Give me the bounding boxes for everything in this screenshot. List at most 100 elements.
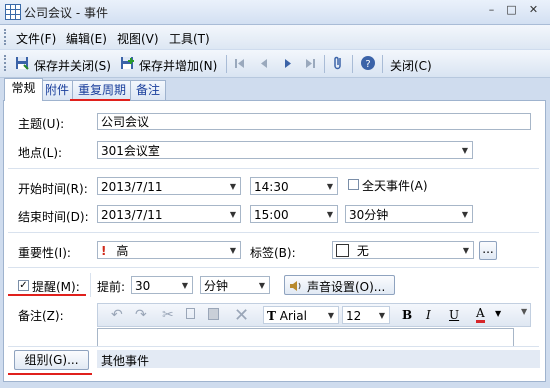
save-new-icon <box>121 57 134 69</box>
divider <box>90 273 91 297</box>
delete-icon[interactable]: ✕ <box>234 305 249 326</box>
allday-checkbox[interactable] <box>348 179 359 190</box>
font-size-value: 12 <box>346 309 362 323</box>
tab-general[interactable]: 常规 <box>4 78 43 101</box>
sound-settings-label: 声音设置(O)... <box>307 280 386 294</box>
end-time-combo[interactable]: 15:00 ▼ <box>250 205 338 223</box>
toolbar-separator <box>226 55 227 73</box>
close-window-button[interactable]: ✕ <box>526 3 541 18</box>
menu-bar: 文件(F) 编辑(E) 视图(V) 工具(T) <box>0 25 550 49</box>
divider <box>8 267 539 268</box>
chevron-down-icon: ▼ <box>461 210 468 219</box>
bold-icon[interactable]: B <box>402 308 412 322</box>
advance-combo[interactable]: 30 ▼ <box>131 276 193 294</box>
menu-grip-icon <box>4 29 9 45</box>
start-time-combo[interactable]: 14:30 ▼ <box>250 177 338 195</box>
tab-recurrence[interactable]: 重复周期 <box>72 80 132 100</box>
reminder-checkbox[interactable]: ✓ <box>18 280 29 291</box>
first-record-icon[interactable] <box>232 55 248 71</box>
subject-input[interactable]: 公司会议 <box>97 113 531 130</box>
redo-icon[interactable]: ↷ <box>135 307 147 323</box>
chevron-down-icon: ▼ <box>258 281 265 290</box>
save-icon <box>16 57 29 70</box>
truetype-icon: T <box>267 309 276 323</box>
location-label: 地点(L): <box>18 146 63 160</box>
tag-value: 无 <box>356 244 369 258</box>
chevron-down-icon: ▼ <box>229 210 236 219</box>
minimize-button[interactable]: – <box>484 3 499 18</box>
paste-icon[interactable] <box>208 308 219 320</box>
italic-icon[interactable]: I <box>426 308 431 322</box>
reminder-highlight-underline <box>8 294 86 296</box>
start-date-combo[interactable]: 2013/7/11 ▼ <box>97 177 241 195</box>
font-name-value: Arial <box>279 309 307 323</box>
tab-notes[interactable]: 备注 <box>130 80 166 100</box>
advance-unit-value: 分钟 <box>204 279 229 293</box>
chevron-down-icon: ▼ <box>462 246 469 255</box>
window-title: 公司会议 - 事件 <box>24 6 108 20</box>
last-record-icon[interactable] <box>302 55 318 71</box>
cut-icon[interactable]: ✂ <box>162 307 174 323</box>
menu-tools[interactable]: 工具(T) <box>169 30 210 47</box>
end-date-combo[interactable]: 2013/7/11 ▼ <box>97 205 241 223</box>
toolbar-overflow-icon[interactable]: ▼ <box>521 307 527 316</box>
menu-view[interactable]: 视图(V) <box>117 30 159 47</box>
undo-icon[interactable]: ↶ <box>111 307 123 323</box>
chevron-down-icon: ▼ <box>378 311 385 320</box>
rich-text-toolbar: ↶ ↷ ✂ ✕ T Arial ▼ 12 ▼ B I U A ▼ ▼ <box>97 303 531 327</box>
tab-attachments[interactable]: 附件 <box>40 80 74 100</box>
exclamation-icon: ! <box>101 244 107 258</box>
importance-combo[interactable]: ! 高 ▼ <box>97 241 241 259</box>
start-time-value: 14:30 <box>254 180 289 194</box>
allday-label: 全天事件(A) <box>362 179 428 193</box>
help-icon[interactable]: ? <box>360 55 376 71</box>
chevron-down-icon: ▼ <box>326 182 333 191</box>
location-combo[interactable]: 301会议室 ▼ <box>97 141 473 159</box>
attachment-icon[interactable] <box>330 55 346 71</box>
start-date-value: 2013/7/11 <box>101 180 163 194</box>
copy-icon[interactable] <box>186 308 195 319</box>
save-new-button[interactable]: 保存并增加(N) <box>117 54 223 73</box>
end-date-value: 2013/7/11 <box>101 208 163 222</box>
duration-value: 30分钟 <box>349 208 389 222</box>
toolbar-grip-icon <box>4 55 9 71</box>
save-close-button[interactable]: 保存并关闭(S) <box>12 54 132 73</box>
chevron-down-icon[interactable]: ▼ <box>495 309 501 318</box>
menu-edit[interactable]: 编辑(E) <box>66 30 107 47</box>
save-close-label: 保存并关闭(S) <box>34 59 111 73</box>
sound-settings-button[interactable]: 声音设置(O)... <box>284 275 395 295</box>
group-highlight-underline <box>8 373 92 375</box>
notes-input[interactable] <box>97 328 514 347</box>
toolbar-separator <box>324 55 325 73</box>
subject-label: 主题(U): <box>18 117 65 131</box>
close-button[interactable]: 关闭(C) <box>390 57 432 74</box>
tag-more-button[interactable]: ... <box>479 241 497 260</box>
group-button[interactable]: 组别(G)... <box>14 350 89 370</box>
chevron-down-icon: ▼ <box>461 146 468 155</box>
maximize-button[interactable]: □ <box>504 3 519 18</box>
importance-value: 高 <box>116 244 129 258</box>
next-record-icon[interactable] <box>280 55 296 71</box>
underline-icon[interactable]: U <box>449 308 459 322</box>
font-name-combo[interactable]: T Arial ▼ <box>263 306 339 324</box>
font-color-icon[interactable]: A <box>476 306 485 323</box>
duration-combo[interactable]: 30分钟 ▼ <box>345 205 473 223</box>
speaker-icon <box>290 281 301 291</box>
divider <box>8 346 539 347</box>
save-new-label: 保存并增加(N) <box>139 59 218 73</box>
advance-unit-combo[interactable]: 分钟 ▼ <box>200 276 270 294</box>
chevron-down-icon: ▼ <box>326 210 333 219</box>
recurrence-highlight-underline <box>70 99 130 101</box>
chevron-down-icon: ▼ <box>327 311 334 320</box>
menu-file[interactable]: 文件(F) <box>16 30 56 47</box>
end-time-value: 15:00 <box>254 208 289 222</box>
title-bar: 公司会议 - 事件 – □ ✕ <box>0 0 550 25</box>
previous-record-icon[interactable] <box>256 55 272 71</box>
tag-combo[interactable]: 无 ▼ <box>332 241 474 259</box>
calendar-app-icon <box>5 4 21 20</box>
color-swatch-icon <box>336 244 349 257</box>
chevron-down-icon: ▼ <box>229 182 236 191</box>
toolbar-separator <box>352 55 353 73</box>
divider <box>8 232 539 233</box>
font-size-combo[interactable]: 12 ▼ <box>342 306 390 324</box>
